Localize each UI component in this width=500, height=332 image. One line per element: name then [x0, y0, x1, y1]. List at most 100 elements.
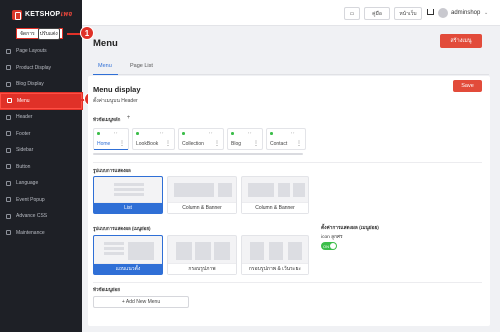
option-preview: [269, 242, 283, 260]
add-icon[interactable]: +: [125, 115, 132, 122]
tab-bar: Menu Page List: [93, 60, 489, 75]
submenu-option-vertical[interactable]: แถบแนวตั้ง: [93, 235, 163, 275]
sidebar-item-label: Menu: [17, 97, 30, 104]
menu-item-blog[interactable]: ‹ › Blog ⋮: [227, 128, 263, 150]
sidebar-item-event-popup[interactable]: Event Popup: [0, 192, 82, 209]
divider: [93, 162, 482, 163]
option-caption: Column & Banner: [168, 202, 236, 213]
sidebar-item-label: Event Popup: [16, 196, 45, 203]
sidebar-item-menu[interactable]: Menu: [0, 91, 83, 110]
chevron-down-icon[interactable]: ⌄: [484, 10, 488, 16]
guide-button[interactable]: คู่มือ: [364, 7, 390, 20]
sidebar-item-footer[interactable]: Footer: [0, 126, 82, 143]
menu-item-lookbook[interactable]: ‹ › LookBook ⋮: [132, 128, 175, 150]
logo[interactable]: KETSHOPเพจ: [12, 9, 72, 20]
tab-label: Page List: [130, 63, 153, 69]
kebab-icon[interactable]: ⋮: [214, 140, 220, 147]
tab-active-indicator: [93, 73, 118, 75]
sidebar-item-button[interactable]: Button: [0, 159, 82, 176]
mode-manage[interactable]: จัดการ: [19, 29, 36, 39]
option-preview: [104, 247, 124, 250]
status-dot-icon: [136, 132, 139, 135]
logo-accent: เพจ: [60, 11, 72, 18]
status-dot-icon: [182, 132, 185, 135]
save-button[interactable]: Save: [453, 80, 482, 92]
card-subtitle: ตั้งค่าเมนูบน Header: [93, 98, 138, 104]
option-caption: กรอบรูปภาพ & เว้นระยะ: [242, 263, 308, 274]
status-dot-icon: [231, 132, 234, 135]
menu-items-scrollbar[interactable]: [93, 153, 303, 155]
option-preview: [176, 242, 192, 260]
tab-menu[interactable]: Menu: [98, 63, 112, 69]
sidebar-item-product-display[interactable]: Product Display: [0, 60, 82, 77]
reorder-arrows-icon[interactable]: ‹ ›: [160, 131, 163, 135]
menu-item-active-indicator: [94, 148, 128, 150]
menu-item-label: Blog: [231, 141, 242, 147]
option-preview: [250, 242, 264, 260]
callout-badge-1: 1: [80, 26, 94, 40]
css-icon: [6, 213, 11, 219]
avatar[interactable]: [438, 8, 448, 18]
reorder-arrows-icon[interactable]: ‹ ›: [291, 131, 294, 135]
sidebar-item-label: Header: [16, 114, 33, 121]
menu-item-collection[interactable]: ‹ › Collection ⋮: [178, 128, 224, 150]
storefront-button[interactable]: หน้าเว็บ: [394, 7, 422, 20]
sidebar-item-sidebar[interactable]: Sidebar: [0, 142, 82, 159]
add-new-menu-button[interactable]: + Add New Menu: [93, 296, 189, 308]
option-preview: [114, 193, 144, 196]
kebab-icon[interactable]: ⋮: [119, 140, 125, 147]
sidebar-item-maintenance[interactable]: Maintenance: [0, 225, 82, 242]
button-icon: [6, 164, 11, 170]
username[interactable]: adminshop: [451, 10, 480, 16]
option-caption: แถบแนวตั้ง: [94, 263, 162, 274]
sidebar-item-page-layouts[interactable]: Page Layouts: [0, 43, 82, 60]
icon-arrow-toggle[interactable]: ON: [321, 242, 337, 250]
reorder-arrows-icon[interactable]: ‹ ›: [209, 131, 212, 135]
option-caption: กรอบรูปภาพ: [168, 263, 236, 274]
blog-icon: [6, 81, 11, 87]
cart-icon[interactable]: [427, 9, 434, 15]
sidebar-item-advance-css[interactable]: Advance CSS: [0, 208, 82, 225]
sidebar-item-label: Language: [16, 180, 39, 187]
display-option-column-banner-1[interactable]: Column & Banner: [167, 176, 237, 214]
menu-item-contact[interactable]: ‹ › Contact ⋮: [266, 128, 306, 150]
option-preview: [195, 242, 211, 260]
submenu-option-image-frame[interactable]: กรอบรูปภาพ: [167, 235, 237, 275]
mode-toggle[interactable]: จัดการ ปรับแต่ง: [16, 27, 63, 40]
product-icon: [6, 65, 11, 71]
sidebar-item-header[interactable]: Header: [0, 109, 82, 126]
create-menu-button[interactable]: สร้างเมนู: [440, 34, 482, 48]
sidebar-item-blog-display[interactable]: Blog Display: [0, 76, 82, 93]
reorder-arrows-icon[interactable]: ‹ ›: [248, 131, 251, 135]
display-option-list[interactable]: List: [93, 176, 163, 214]
divider: [93, 282, 482, 283]
menu-item-label: Home: [97, 141, 111, 147]
submenu-option-image-frame-spacing[interactable]: กรอบรูปภาพ & เว้นระยะ: [241, 235, 309, 275]
menu-item-home[interactable]: ‹ › Home ⋮: [93, 128, 129, 150]
option-preview: [278, 183, 290, 197]
sidebar-icon: [6, 147, 11, 153]
menu-item-label: LookBook: [136, 141, 159, 147]
tab-page-list[interactable]: Page List: [130, 63, 153, 69]
kebab-icon[interactable]: ⋮: [296, 140, 302, 147]
submenu-format-label: รูปแบบการแสดงผล (เมนูย่อย): [93, 226, 151, 231]
option-preview: [288, 242, 302, 260]
footer-icon: [6, 131, 11, 137]
screen-button[interactable]: ▭: [344, 7, 360, 20]
icon-arrow-label: icon ลูกศร: [321, 235, 343, 240]
sidebar-item-language[interactable]: Language: [0, 175, 82, 192]
mode-customize[interactable]: ปรับแต่ง: [37, 27, 60, 40]
submenu-label: หัวข้อเมนูย่อย: [93, 287, 120, 292]
sidebar-item-label: Sidebar: [16, 147, 34, 154]
kebab-icon[interactable]: ⋮: [165, 140, 171, 147]
option-preview: [114, 183, 144, 186]
kebab-icon[interactable]: ⋮: [253, 140, 259, 147]
option-preview: [248, 183, 274, 197]
sidebar-item-label: Advance CSS: [16, 213, 48, 220]
main-menu-items: ‹ › Home ⋮ ‹ › LookBook ⋮ ‹ › Collection…: [93, 128, 482, 150]
option-preview: [218, 183, 232, 197]
display-option-column-banner-2[interactable]: Column & Banner: [241, 176, 309, 214]
status-dot-icon: [97, 132, 100, 135]
reorder-arrows-icon[interactable]: ‹ ›: [114, 131, 117, 135]
card-title: Menu display: [93, 85, 141, 94]
